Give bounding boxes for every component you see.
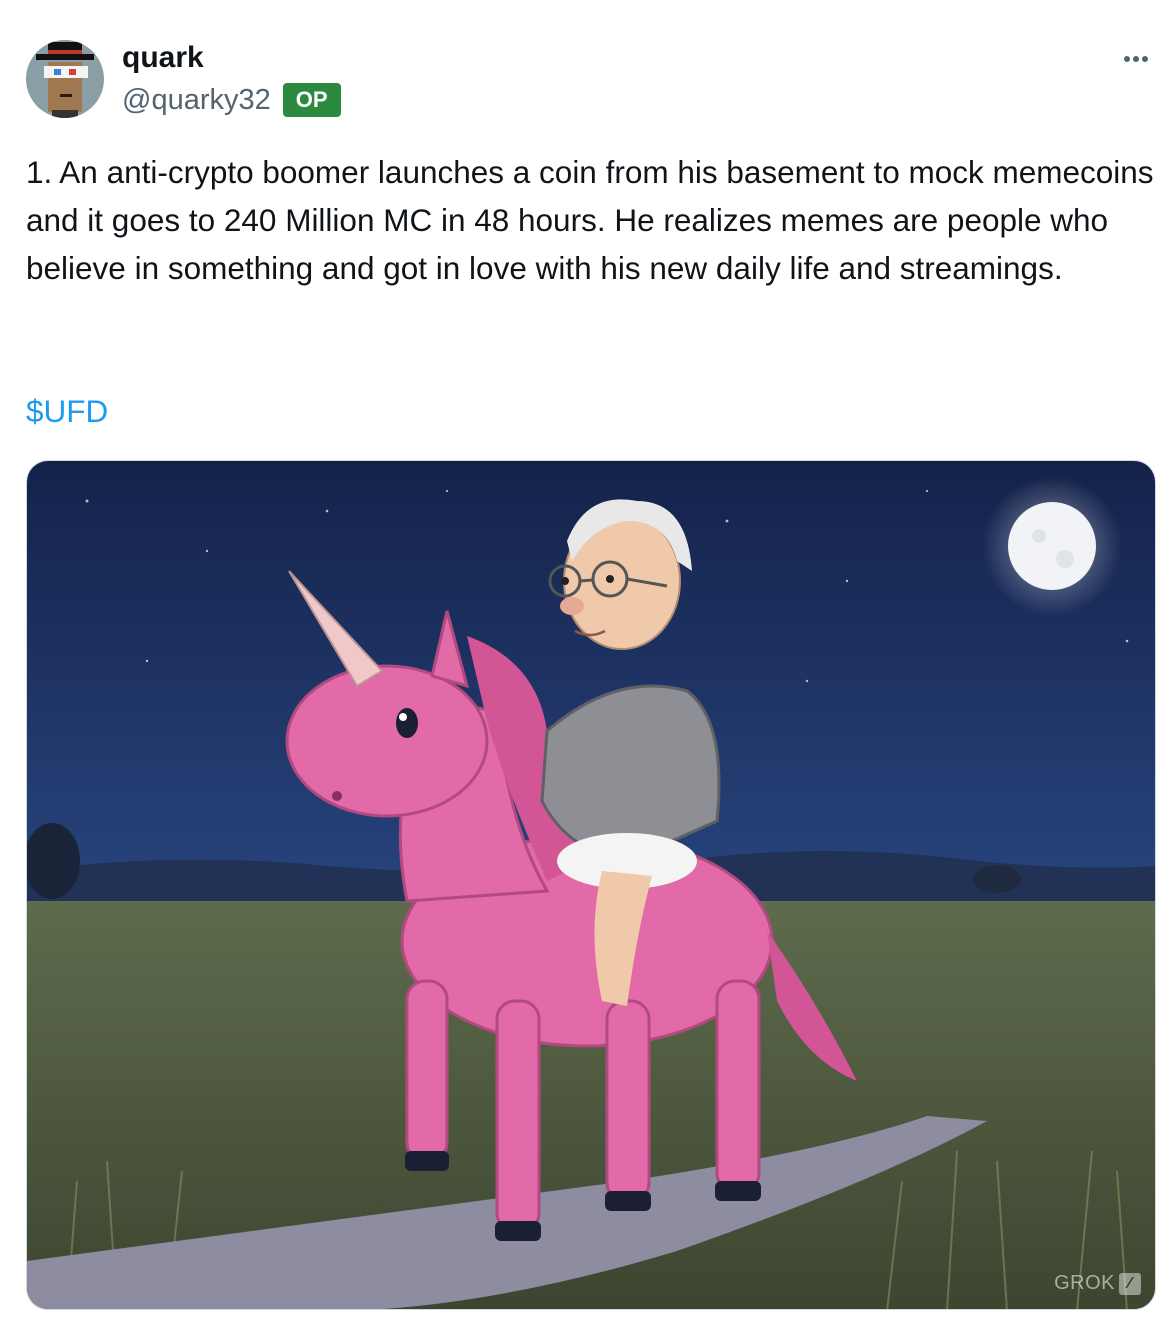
cashtag-link[interactable]: $UFD — [26, 387, 108, 435]
tweet-media-image[interactable]: GROK ⁄ — [26, 460, 1156, 1310]
avatar[interactable] — [26, 40, 104, 118]
grok-icon: ⁄ — [1119, 1272, 1141, 1295]
author-handle-row: @quarky32 OP — [122, 82, 341, 118]
grok-watermark: GROK ⁄ — [1054, 1272, 1141, 1295]
author-display-name[interactable]: quark — [122, 40, 204, 76]
image-illustration — [27, 461, 1155, 1309]
tweet-text: 1. An anti-crypto boomer launches a coin… — [26, 154, 1163, 286]
op-badge: OP — [282, 83, 341, 117]
watermark-text: GROK — [1054, 1272, 1115, 1294]
author-handle[interactable]: @quarky32 — [122, 82, 271, 118]
more-horizontal-icon[interactable] — [1116, 44, 1156, 74]
